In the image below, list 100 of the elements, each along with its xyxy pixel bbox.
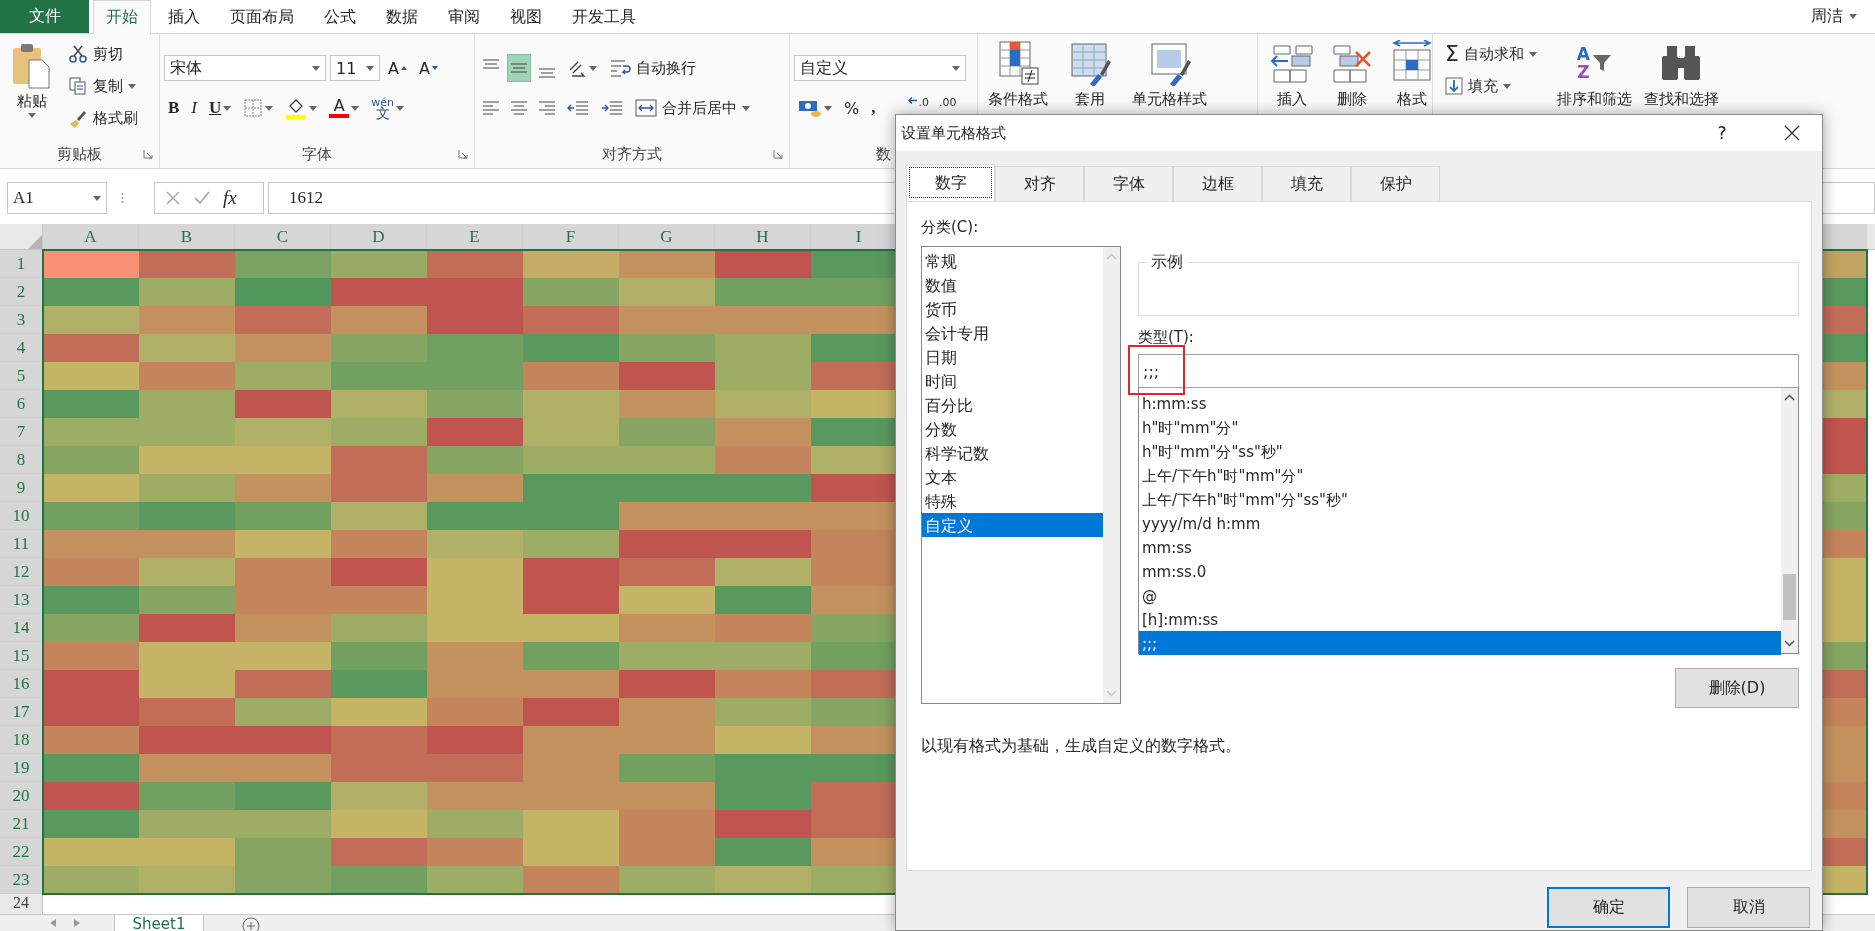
format-item[interactable]: h:mm:ss: [1139, 391, 1781, 415]
row-header[interactable]: 16: [0, 670, 42, 698]
cut-button[interactable]: 剪切: [64, 40, 142, 68]
ribbon-tab[interactable]: 公式: [311, 0, 369, 33]
row-header[interactable]: 12: [0, 558, 42, 586]
italic-button[interactable]: I: [187, 94, 201, 122]
row-header[interactable]: 24: [0, 894, 42, 914]
dialog-tab[interactable]: 保护: [1351, 166, 1440, 201]
wrap-text-button[interactable]: 自动换行: [605, 54, 700, 82]
sheet-tab[interactable]: Sheet1: [114, 915, 204, 931]
column-header[interactable]: E: [427, 224, 523, 249]
column-header[interactable]: G: [619, 224, 715, 249]
row-header[interactable]: 23: [0, 866, 42, 894]
format-item[interactable]: yyyy/m/d h:mm: [1139, 511, 1781, 535]
row-header[interactable]: 11: [0, 530, 42, 558]
type-input[interactable]: ;;;: [1138, 354, 1799, 388]
row-header[interactable]: 2: [0, 278, 42, 306]
ok-button[interactable]: 确定: [1547, 887, 1670, 928]
number-format-dropdown[interactable]: 自定义: [794, 55, 966, 81]
row-header[interactable]: 8: [0, 446, 42, 474]
row-header[interactable]: 13: [0, 586, 42, 614]
grow-font-button[interactable]: A: [384, 54, 411, 82]
row-header[interactable]: 14: [0, 614, 42, 642]
dialog-tab[interactable]: 对齐: [995, 166, 1084, 201]
format-item[interactable]: [h]:mm:ss: [1139, 607, 1781, 631]
category-item[interactable]: 日期: [922, 345, 1103, 369]
delete-cells-button[interactable]: 删除: [1326, 40, 1378, 168]
category-item[interactable]: 百分比: [922, 393, 1103, 417]
ribbon-tab[interactable]: 视图: [497, 0, 555, 33]
font-color-button[interactable]: A: [325, 94, 364, 122]
category-item[interactable]: 会计专用: [922, 321, 1103, 345]
name-box[interactable]: A1: [7, 182, 107, 214]
category-item[interactable]: 货币: [922, 297, 1103, 321]
category-item[interactable]: 自定义: [922, 513, 1103, 537]
column-header[interactable]: A: [43, 224, 139, 249]
row-header[interactable]: 15: [0, 642, 42, 670]
dialog-tab[interactable]: 边框: [1173, 166, 1262, 201]
format-painter-button[interactable]: 格式刷: [64, 104, 142, 132]
row-header[interactable]: 4: [0, 334, 42, 362]
column-header[interactable]: B: [139, 224, 235, 249]
row-header[interactable]: 17: [0, 698, 42, 726]
ribbon-tab[interactable]: 开发工具: [559, 0, 649, 33]
dialog-tab[interactable]: 填充: [1262, 166, 1351, 201]
insert-function-button[interactable]: fx: [223, 187, 237, 209]
row-header[interactable]: 18: [0, 726, 42, 754]
bold-button[interactable]: B: [164, 94, 184, 122]
category-item[interactable]: 文本: [922, 465, 1103, 489]
decrease-decimal-button[interactable]: .00: [935, 96, 960, 118]
ribbon-tab[interactable]: 页面布局: [217, 0, 307, 33]
phonetic-button[interactable]: wén 文: [367, 94, 409, 122]
help-button[interactable]: ?: [1702, 122, 1742, 144]
column-header[interactable]: D: [331, 224, 427, 249]
ribbon-tab[interactable]: 插入: [155, 0, 213, 33]
ribbon-tab[interactable]: 审阅: [435, 0, 493, 33]
copy-button[interactable]: 复制: [64, 72, 142, 100]
ribbon-tab[interactable]: 数据: [373, 0, 431, 33]
row-header[interactable]: 6: [0, 390, 42, 418]
format-item[interactable]: @: [1139, 583, 1781, 607]
delete-button[interactable]: 删除(D): [1675, 668, 1799, 708]
category-item[interactable]: 特殊: [922, 489, 1103, 513]
row-header[interactable]: 22: [0, 838, 42, 866]
format-item[interactable]: h"时"mm"分": [1139, 415, 1781, 439]
cancel-button[interactable]: 取消: [1687, 887, 1810, 928]
paste-button[interactable]: 粘贴: [4, 40, 60, 140]
column-header[interactable]: F: [523, 224, 619, 249]
category-item[interactable]: 分数: [922, 417, 1103, 441]
format-item[interactable]: h"时"mm"分"ss"秒": [1139, 439, 1781, 463]
format-item[interactable]: mm:ss: [1139, 535, 1781, 559]
font-size-dropdown[interactable]: 11: [330, 55, 380, 81]
increase-decimal-button[interactable]: .0: [905, 96, 932, 118]
font-name-dropdown[interactable]: 宋体: [164, 55, 326, 81]
category-list[interactable]: 常规 数值 货币 会计专用 日期 时间 百分比 分数 科学记数 文本 特殊 自定义: [921, 246, 1121, 704]
row-header[interactable]: 7: [0, 418, 42, 446]
autosum-button[interactable]: Σ 自动求和: [1441, 40, 1541, 68]
row-header[interactable]: 3: [0, 306, 42, 334]
underline-button[interactable]: U: [205, 94, 236, 122]
format-list[interactable]: h:mm:ss h"时"mm"分" h"时"mm"分"ss"秒" 上午/下午h"时"mm"分" 上午/下午h"时"mm"分"ss"秒" yyyy/m/d h:mm mm:ss mm:ss.0 @ [h]:mm:ss ;;;: [1138, 388, 1799, 654]
row-header[interactable]: 1: [0, 250, 42, 278]
fill-button[interactable]: 填充: [1441, 72, 1541, 100]
dialog-tab[interactable]: 数字: [906, 164, 995, 201]
shrink-font-button[interactable]: A: [414, 54, 442, 82]
file-tab[interactable]: 文件: [0, 0, 89, 33]
percent-button[interactable]: %: [840, 94, 864, 122]
sort-filter-button[interactable]: A Z 排序和筛选: [1552, 40, 1636, 168]
dialog-tab[interactable]: 字体: [1084, 166, 1173, 201]
comma-style-button[interactable]: ,: [867, 94, 880, 122]
ribbon-tab[interactable]: 开始: [93, 0, 151, 34]
merge-center-button[interactable]: 合并后居中: [631, 94, 754, 122]
format-item[interactable]: 上午/下午h"时"mm"分": [1139, 463, 1781, 487]
format-item[interactable]: 上午/下午h"时"mm"分"ss"秒": [1139, 487, 1781, 511]
insert-cells-button[interactable]: 插入: [1266, 40, 1318, 168]
format-item[interactable]: mm:ss.0: [1139, 559, 1781, 583]
row-header[interactable]: 10: [0, 502, 42, 530]
row-header[interactable]: 19: [0, 754, 42, 782]
user-account-button[interactable]: 周洁: [1805, 0, 1863, 33]
row-header[interactable]: 9: [0, 474, 42, 502]
row-header[interactable]: 20: [0, 782, 42, 810]
category-item[interactable]: 数值: [922, 273, 1103, 297]
column-header[interactable]: H: [715, 224, 811, 249]
category-item[interactable]: 时间: [922, 369, 1103, 393]
